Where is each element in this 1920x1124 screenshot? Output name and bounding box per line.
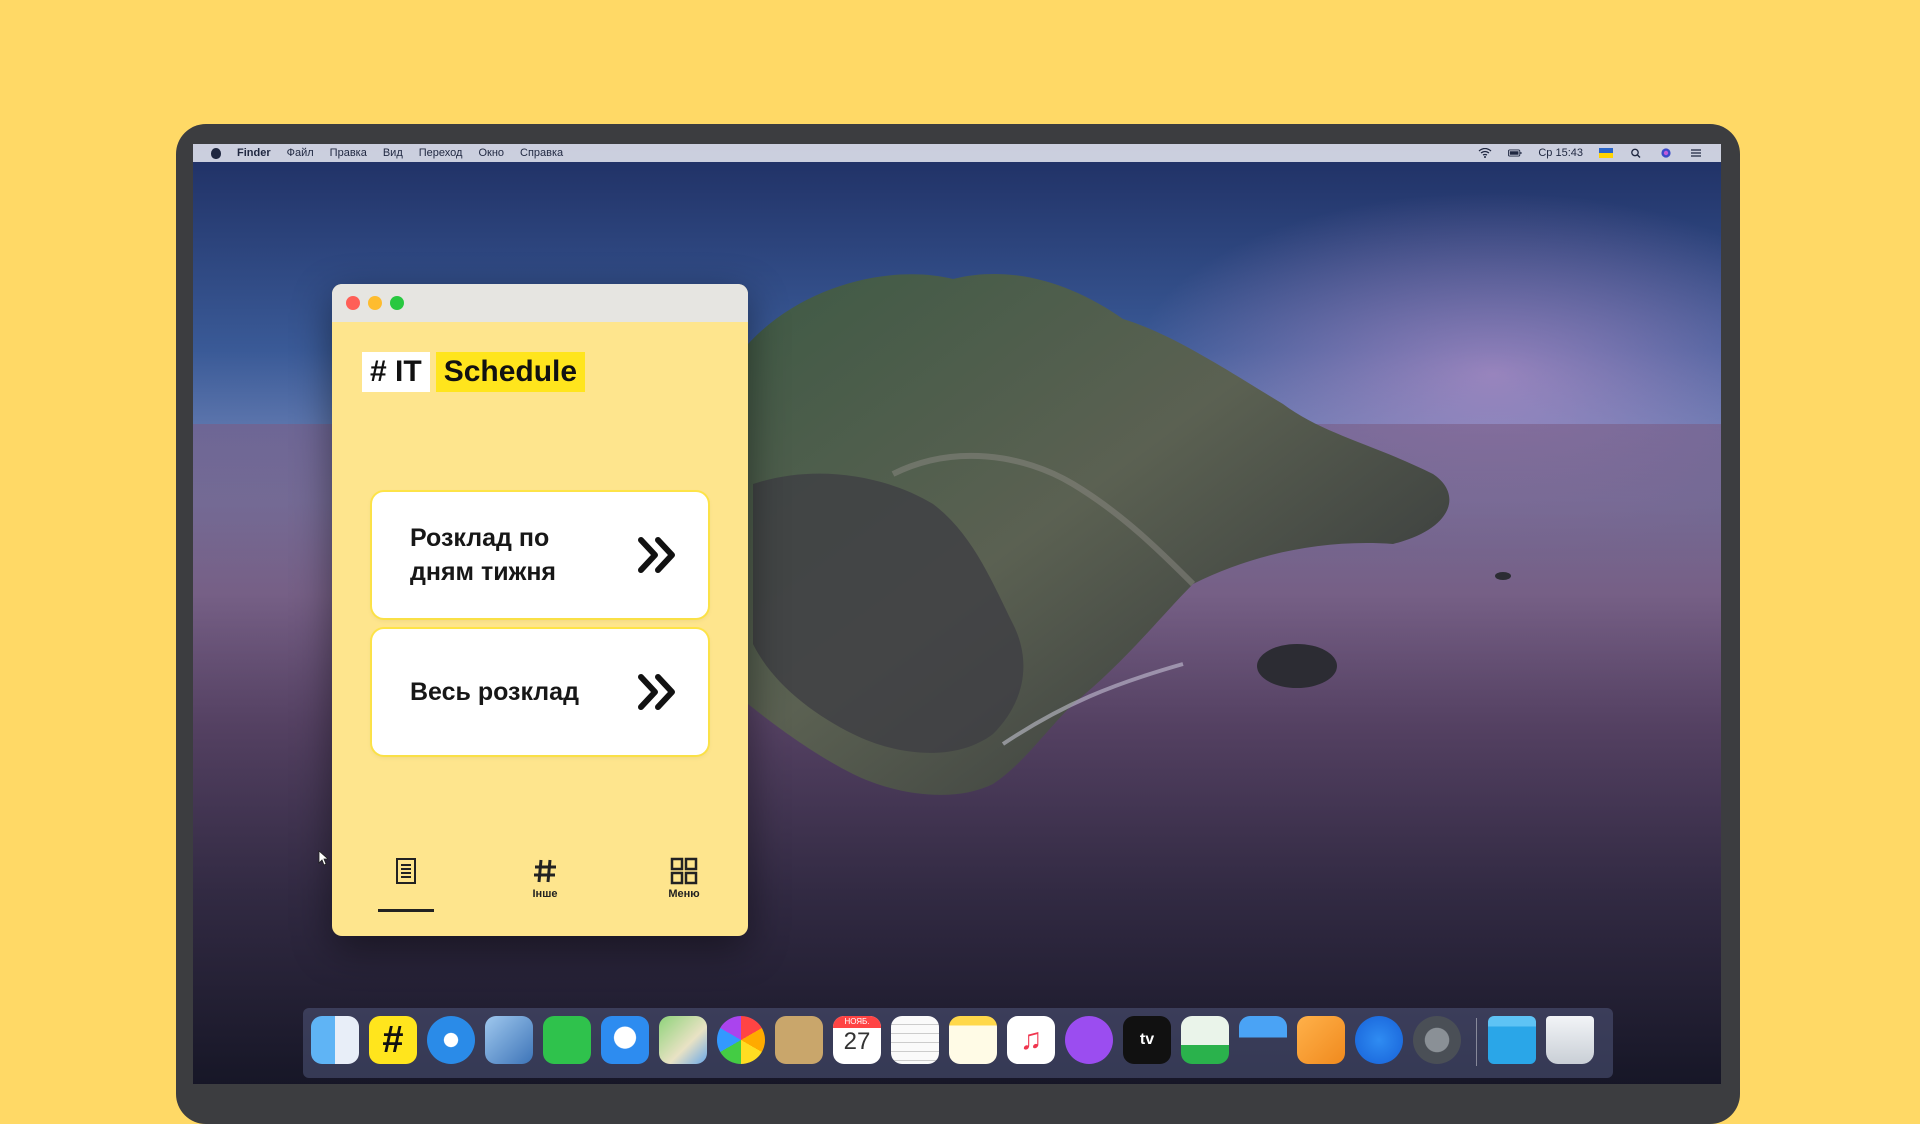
minimize-button[interactable] — [368, 296, 382, 310]
menu-file[interactable]: Файл — [287, 147, 314, 159]
full-schedule-button[interactable]: Весь розклад — [372, 629, 708, 755]
tv-icon[interactable]: tv — [1123, 1016, 1171, 1064]
tab-schedule[interactable] — [376, 856, 436, 912]
photos-icon[interactable] — [717, 1016, 765, 1064]
desktop-screen: Finder Файл Правка Вид Переход Окно Спра… — [193, 144, 1721, 1084]
facetime-icon[interactable] — [543, 1016, 591, 1064]
finder-icon[interactable] — [311, 1016, 359, 1064]
app-store-icon[interactable] — [1355, 1016, 1403, 1064]
battery-icon[interactable] — [1508, 148, 1522, 158]
numbers-icon[interactable] — [1181, 1016, 1229, 1064]
logo-hash-it: # IT — [362, 352, 430, 392]
siri-icon[interactable] — [1659, 148, 1673, 158]
dock: # НОЯБ. 27 ♫ tv — [303, 1008, 1613, 1078]
close-button[interactable] — [346, 296, 360, 310]
contacts-icon[interactable] — [775, 1016, 823, 1064]
tab-menu-label: Меню — [668, 888, 700, 900]
tv-label: tv — [1139, 1031, 1155, 1048]
music-icon[interactable]: ♫ — [1007, 1016, 1055, 1064]
mouse-pointer-icon — [318, 850, 328, 866]
double-chevron-right-icon — [638, 674, 675, 710]
document-icon — [396, 858, 416, 884]
keynote-icon[interactable] — [1239, 1016, 1287, 1064]
window-titlebar — [332, 284, 748, 322]
spotlight-icon[interactable] — [1629, 148, 1643, 158]
tab-other[interactable]: Інше — [515, 856, 575, 912]
menu-finder[interactable]: Finder — [237, 147, 271, 159]
notes-icon[interactable] — [949, 1016, 997, 1064]
menu-help[interactable]: Справка — [520, 147, 563, 159]
mac-menubar: Finder Файл Правка Вид Переход Окно Спра… — [193, 144, 1721, 162]
active-tab-indicator — [378, 909, 434, 912]
grid-icon — [670, 857, 698, 885]
double-chevron-right-icon — [638, 537, 675, 573]
trash-icon[interactable] — [1546, 1016, 1594, 1064]
zoom-button[interactable] — [390, 296, 404, 310]
weekly-schedule-label: Розклад по дням тижня — [410, 524, 557, 586]
it-schedule-window: # IT Schedule Розклад по дням тижня Весь… — [332, 284, 748, 936]
wifi-icon[interactable] — [1478, 148, 1492, 158]
podcasts-icon[interactable] — [1065, 1016, 1113, 1064]
tab-other-label: Інше — [532, 888, 558, 900]
menu-window[interactable]: Окно — [478, 147, 504, 159]
maps-icon[interactable] — [659, 1016, 707, 1064]
preview-icon[interactable] — [485, 1016, 533, 1064]
full-schedule-label: Весь розклад — [410, 678, 579, 706]
it-schedule-icon[interactable]: # — [369, 1016, 417, 1064]
pages-icon[interactable] — [1297, 1016, 1345, 1064]
ukraine-flag-icon[interactable] — [1599, 148, 1613, 158]
tab-menu[interactable]: Меню — [654, 856, 714, 912]
logo-schedule: Schedule — [435, 352, 586, 392]
dock-separator — [1476, 1018, 1477, 1066]
bottom-tab-bar: Інше Меню — [332, 856, 748, 916]
apple-icon[interactable] — [211, 147, 221, 159]
hash-icon — [534, 859, 556, 883]
menu-go[interactable]: Переход — [419, 147, 463, 159]
system-preferences-icon[interactable] — [1413, 1016, 1461, 1064]
weekly-schedule-button[interactable]: Розклад по дням тижня — [372, 492, 708, 618]
downloads-folder-icon[interactable] — [1488, 1016, 1536, 1064]
menu-edit[interactable]: Правка — [330, 147, 367, 159]
reminders-icon[interactable] — [891, 1016, 939, 1064]
calendar-day: 27 — [843, 1028, 871, 1055]
menu-view[interactable]: Вид — [383, 147, 403, 159]
calendar-icon[interactable]: НОЯБ. 27 — [833, 1016, 881, 1064]
menubar-clock[interactable]: Ср 15:43 — [1538, 147, 1583, 159]
messages-icon[interactable] — [601, 1016, 649, 1064]
calendar-month: НОЯБ. — [833, 1016, 881, 1028]
safari-icon[interactable] — [427, 1016, 475, 1064]
app-logo: # IT Schedule — [362, 352, 586, 392]
notification-center-icon[interactable] — [1689, 148, 1703, 158]
